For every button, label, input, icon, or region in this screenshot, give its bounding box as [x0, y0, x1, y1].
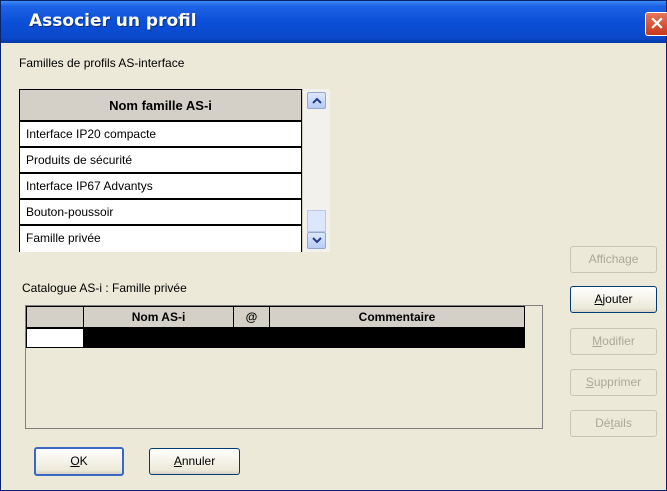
supprimer-button[interactable]: Supprimer	[570, 369, 657, 396]
supprimer-label-post: upprimer	[593, 375, 642, 389]
modifier-button[interactable]: Modifier	[570, 328, 657, 355]
catalogue-corner-header	[26, 306, 84, 328]
families-row-4[interactable]: Bouton-poussoir	[20, 200, 301, 226]
catalogue-header-nom[interactable]: Nom AS-i	[83, 306, 234, 328]
chevron-down-icon	[312, 237, 322, 244]
families-row-5[interactable]: Famille privée	[20, 226, 301, 252]
catalogue-grid: Nom AS-i @ Commentaire	[25, 305, 543, 429]
annuler-label-key: A	[173, 454, 182, 468]
families-scrollbar[interactable]	[302, 89, 330, 252]
details-label-post: ails	[613, 416, 632, 430]
ok-label-post: K	[79, 454, 88, 468]
scroll-up-button[interactable]	[307, 92, 326, 109]
affichage-button[interactable]: Affichage	[570, 246, 657, 273]
supprimer-label-key: S	[585, 375, 594, 389]
catalogue-header-at[interactable]: @	[233, 306, 270, 328]
associer-profil-dialog: Associer un profil × Familles de profils…	[0, 0, 667, 491]
close-icon: ×	[649, 12, 665, 34]
close-button[interactable]: ×	[645, 12, 667, 36]
annuler-label-post: nnuler	[181, 454, 216, 468]
details-button[interactable]: Détails	[570, 410, 657, 437]
window-title: Associer un profil	[29, 11, 197, 31]
families-row-1[interactable]: Interface IP20 compacte	[20, 122, 301, 148]
scroll-down-button[interactable]	[307, 232, 326, 249]
families-row-3[interactable]: Interface IP67 Advantys	[20, 174, 301, 200]
ajouter-label-post: jouter	[602, 292, 633, 306]
annuler-button[interactable]: Annuler	[149, 448, 240, 475]
modifier-label-key: M	[592, 334, 603, 348]
families-row-2[interactable]: Produits de sécurité	[20, 148, 301, 174]
catalogue-section-label: Catalogue AS-i : Famille privée	[22, 281, 187, 295]
details-label-pre: Dé	[595, 416, 611, 430]
catalogue-row-selected[interactable]	[83, 328, 525, 348]
scroll-thumb[interactable]	[307, 210, 326, 232]
title-bar[interactable]: Associer un profil ×	[1, 1, 667, 43]
modifier-label-post: odifier	[602, 334, 635, 348]
chevron-up-icon	[312, 97, 322, 104]
ok-label-key: O	[70, 454, 80, 468]
families-section-label: Familles de profils AS-interface	[19, 56, 185, 70]
ok-button[interactable]: OK	[34, 447, 124, 476]
families-column-header[interactable]: Nom famille AS-i	[20, 90, 301, 122]
catalogue-header-commentaire[interactable]: Commentaire	[269, 306, 525, 328]
families-grid: Nom famille AS-i Interface IP20 compacte…	[19, 89, 302, 252]
catalogue-row-selector[interactable]	[26, 328, 84, 348]
ajouter-button[interactable]: Ajouter	[570, 286, 657, 313]
